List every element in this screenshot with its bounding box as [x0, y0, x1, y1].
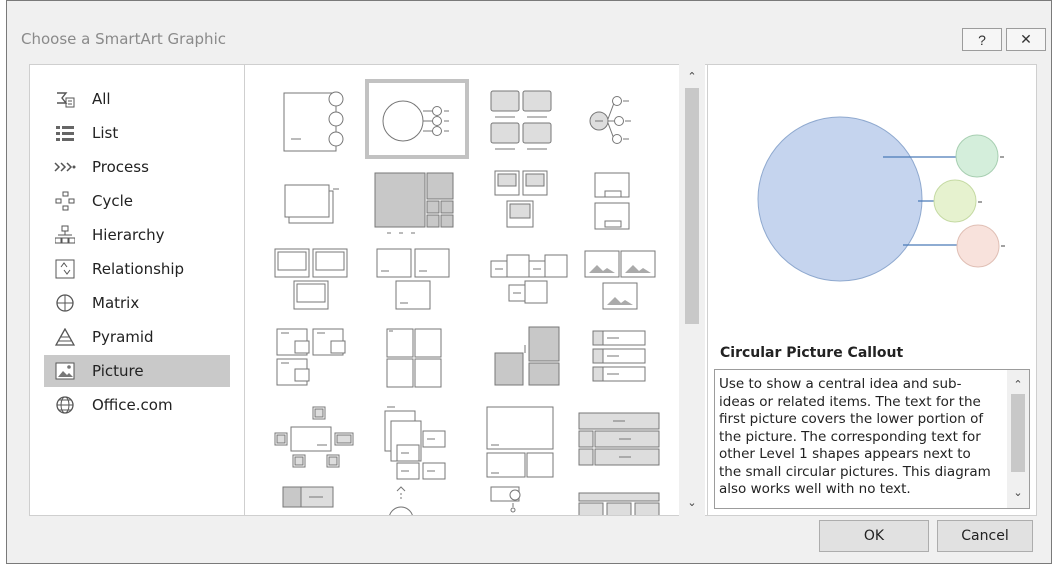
- category-all[interactable]: All: [44, 83, 230, 115]
- layout-gallery: [245, 64, 707, 516]
- category-label: Matrix: [92, 294, 140, 312]
- layout-thumbnail[interactable]: [269, 245, 365, 321]
- process-icon: [50, 156, 80, 178]
- preview-main-circle: [757, 116, 923, 282]
- layout-thumbnail[interactable]: [365, 245, 461, 321]
- all-icon: [50, 88, 80, 110]
- close-button[interactable]: ✕: [1006, 28, 1046, 51]
- preview-pink-circle: [956, 224, 1000, 268]
- preview-diagram: [757, 116, 1005, 282]
- category-list: All List Process Cycle Hierarchy Relatio…: [29, 64, 245, 516]
- description-text: Use to show a central idea and sub-ideas…: [719, 376, 991, 497]
- gallery-scrollbar[interactable]: ⌃ ⌄: [679, 64, 705, 516]
- layout-thumbnail[interactable]: [365, 483, 461, 515]
- preview-title: Circular Picture Callout: [720, 345, 904, 361]
- ok-button[interactable]: OK: [819, 520, 929, 552]
- category-cycle[interactable]: Cycle: [44, 185, 230, 217]
- layout-thumbnail[interactable]: [573, 483, 669, 515]
- category-pyramid[interactable]: Pyramid: [44, 321, 230, 353]
- layout-thumbnail[interactable]: [573, 245, 669, 321]
- help-button[interactable]: ?: [962, 28, 1002, 51]
- scroll-up-icon[interactable]: ⌃: [1007, 374, 1029, 394]
- layout-thumbnail[interactable]: [477, 323, 573, 399]
- category-picture[interactable]: Picture: [44, 355, 230, 387]
- category-label: Relationship: [92, 260, 185, 278]
- preview-pane: Circular Picture Callout Use to show a c…: [707, 64, 1037, 516]
- help-icon: ?: [978, 31, 986, 48]
- category-relationship[interactable]: Relationship: [44, 253, 230, 285]
- category-label: Pyramid: [92, 328, 154, 346]
- layout-thumbnail[interactable]: [573, 165, 669, 241]
- layout-thumbnail[interactable]: [365, 165, 461, 241]
- preview-lime-circle: [933, 179, 977, 223]
- close-icon: ✕: [1020, 31, 1032, 47]
- preview-green-circle: [955, 134, 999, 178]
- category-label: Process: [92, 158, 149, 176]
- description-box[interactable]: Use to show a central idea and sub-ideas…: [714, 369, 1030, 509]
- dialog-title: Choose a SmartArt Graphic: [21, 30, 226, 48]
- layout-thumbnail[interactable]: [477, 165, 573, 241]
- title-bar: Choose a SmartArt Graphic ? ✕: [7, 1, 1051, 51]
- layout-thumbnail[interactable]: [269, 81, 365, 157]
- category-matrix[interactable]: Matrix: [44, 287, 230, 319]
- category-label: Picture: [92, 362, 144, 380]
- layout-thumbnail[interactable]: [573, 323, 669, 399]
- category-office-com[interactable]: Office.com: [44, 389, 230, 421]
- layout-thumbnail[interactable]: [573, 401, 669, 477]
- category-label: Office.com: [92, 396, 173, 414]
- layout-thumbnail[interactable]: [477, 401, 573, 478]
- layout-thumbnail[interactable]: [269, 483, 365, 515]
- globe-icon: [50, 394, 80, 416]
- layout-thumbnail[interactable]: [365, 323, 461, 399]
- scrollbar-thumb[interactable]: [1011, 394, 1025, 472]
- layout-thumbnail[interactable]: [477, 81, 573, 157]
- hierarchy-icon: [50, 224, 80, 246]
- relationship-icon: [50, 258, 80, 280]
- smartart-dialog: Choose a SmartArt Graphic ? ✕ All List P…: [6, 0, 1052, 564]
- scroll-down-icon[interactable]: ⌄: [1007, 482, 1029, 502]
- category-label: All: [92, 90, 111, 108]
- category-label: Cycle: [92, 192, 133, 210]
- layout-thumbnail[interactable]: [269, 165, 365, 241]
- layout-thumbnail[interactable]: [573, 81, 669, 157]
- picture-icon: [50, 360, 80, 382]
- layout-thumbnail[interactable]: [269, 323, 365, 399]
- layout-thumbnail[interactable]: [269, 401, 365, 477]
- scrollbar-thumb[interactable]: [685, 88, 699, 324]
- scroll-up-icon[interactable]: ⌃: [679, 66, 705, 86]
- list-icon: [50, 122, 80, 144]
- category-list-item[interactable]: List: [44, 117, 230, 149]
- cancel-button[interactable]: Cancel: [937, 520, 1033, 552]
- pyramid-icon: [50, 326, 80, 348]
- description-scrollbar[interactable]: ⌃ ⌄: [1007, 370, 1029, 508]
- layout-thumbnail[interactable]: [365, 401, 461, 480]
- category-label: Hierarchy: [92, 226, 165, 244]
- layout-thumbnail[interactable]: [477, 245, 573, 321]
- layout-thumbnail[interactable]: [477, 483, 573, 515]
- scroll-down-icon[interactable]: ⌄: [679, 492, 705, 512]
- category-label: List: [92, 124, 119, 142]
- category-hierarchy[interactable]: Hierarchy: [44, 219, 230, 251]
- matrix-icon: [50, 292, 80, 314]
- category-process[interactable]: Process: [44, 151, 230, 183]
- cycle-icon: [50, 190, 80, 212]
- layout-thumbnail-selected[interactable]: [365, 79, 469, 159]
